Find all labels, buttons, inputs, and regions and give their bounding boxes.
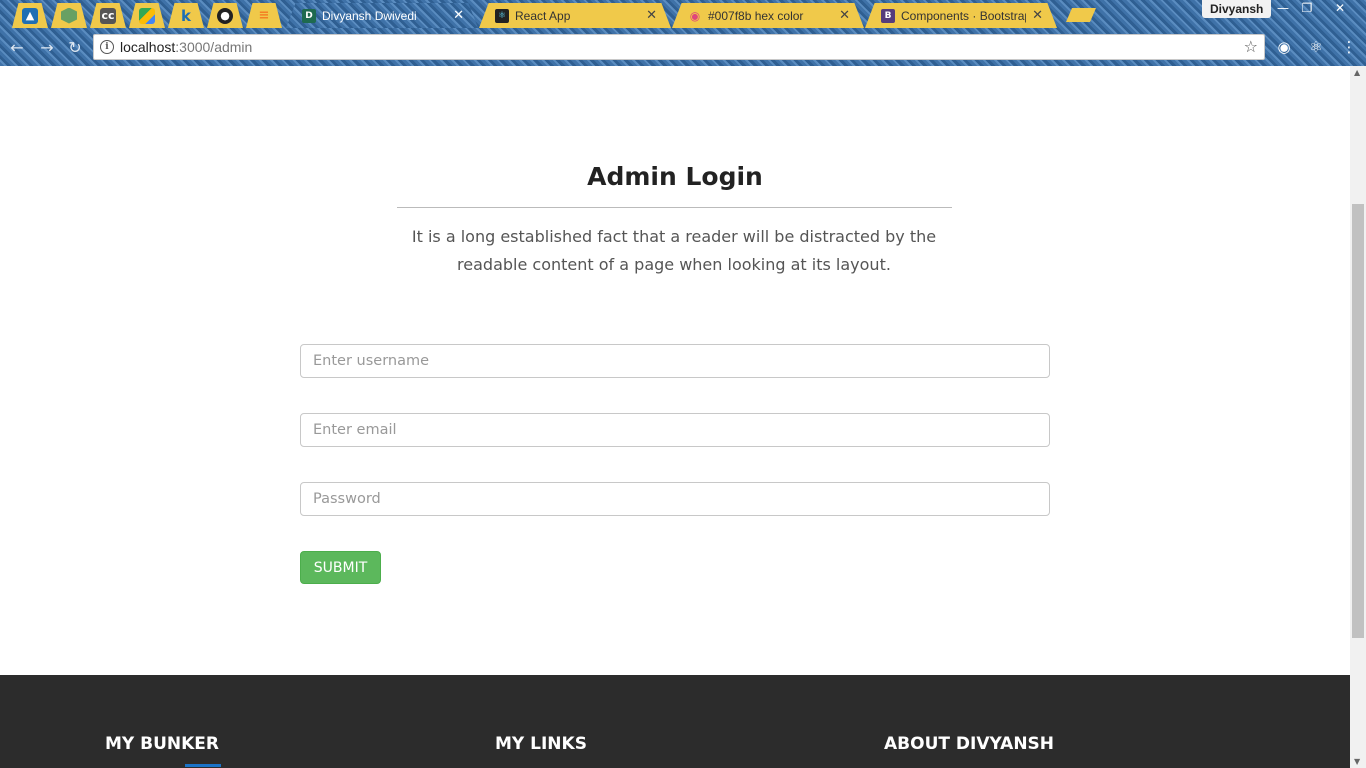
pinned-tab-nodejs[interactable] <box>51 3 87 28</box>
password-input[interactable] <box>300 482 1050 516</box>
pinned-tab-github[interactable]: ● <box>207 3 243 28</box>
cc-icon: cc <box>100 7 116 24</box>
url-text: localhost:3000/admin <box>120 39 252 55</box>
profile-button[interactable]: Divyansh <box>1202 0 1272 18</box>
tab-hex-color[interactable]: ◉ #007f8b hex color ✕ <box>672 3 864 28</box>
tab-title: Components · Bootstrap <box>901 8 1027 23</box>
react-icon: ⚛ <box>495 8 509 23</box>
stackoverflow-icon: ≡ <box>258 8 270 23</box>
scroll-up-arrow-icon[interactable]: ▲ <box>1354 68 1360 77</box>
tab-divyansh[interactable]: D Divyansh Dwivedi ✕ <box>286 3 478 28</box>
page-content: Admin Login It is a long established fac… <box>0 66 1350 768</box>
tab-strip: ▲ cc k ● ≡ D Divyansh Dwivedi ✕ ⚛ React … <box>0 0 1366 30</box>
pinned-tab-cc[interactable]: cc <box>90 3 126 28</box>
tab-title: React App <box>515 8 571 23</box>
pinned-tab-stackoverflow[interactable]: ≡ <box>246 3 282 28</box>
tab-title: #007f8b hex color <box>708 8 804 23</box>
url-host: localhost <box>120 39 176 55</box>
close-icon[interactable]: ✕ <box>839 8 850 23</box>
info-icon[interactable]: i <box>100 40 114 54</box>
tab-title: Divyansh Dwivedi <box>322 8 417 23</box>
d-logo-icon: D <box>302 8 316 23</box>
back-arrow-icon[interactable]: ← <box>6 37 28 59</box>
close-icon[interactable]: ✕ <box>453 8 464 23</box>
pinned-tab-bird[interactable]: ▲ <box>12 3 48 28</box>
address-bar[interactable]: i localhost:3000/admin ☆ <box>93 34 1265 60</box>
restore-icon[interactable]: ❐ <box>1294 0 1320 18</box>
github-icon: ● <box>217 7 233 24</box>
maps-icon <box>139 7 155 24</box>
scrollbar-thumb[interactable] <box>1352 204 1364 638</box>
new-tab-button[interactable] <box>1066 8 1096 22</box>
footer-accent-line <box>185 764 221 767</box>
window-close-icon[interactable]: ✕ <box>1326 0 1354 18</box>
url-path: :3000/admin <box>175 39 253 55</box>
tab-react-app[interactable]: ⚛ React App ✕ <box>479 3 671 28</box>
forward-arrow-icon[interactable]: → <box>36 37 58 59</box>
footer-heading-bunker: MY BUNKER <box>105 734 220 754</box>
footer: MY BUNKER MY LINKS ABOUT DIVYANSH <box>0 675 1350 768</box>
scrollbar[interactable]: ▲ ▼ <box>1350 66 1366 768</box>
tab-bootstrap[interactable]: B Components · Bootstrap ✕ <box>865 3 1057 28</box>
bootstrap-icon: B <box>881 8 895 23</box>
react-devtools-icon[interactable]: ⚛ <box>1307 38 1325 56</box>
pinned-tab-k[interactable]: k <box>168 3 204 28</box>
color-wheel-icon: ◉ <box>689 8 701 23</box>
submit-button[interactable]: SUBMIT <box>300 551 381 584</box>
close-icon[interactable]: ✕ <box>1032 8 1043 23</box>
page-title: Admin Login <box>587 162 763 191</box>
menu-icon[interactable]: ⋮ <box>1340 38 1358 56</box>
extension-circle-icon[interactable]: ◉ <box>1275 38 1293 56</box>
k-icon: k <box>181 6 191 25</box>
browser-chrome: ▲ cc k ● ≡ D Divyansh Dwivedi ✕ ⚛ React … <box>0 0 1366 66</box>
reload-icon[interactable]: ↻ <box>64 37 86 59</box>
pinned-tab-maps[interactable] <box>129 3 165 28</box>
username-input[interactable] <box>300 344 1050 378</box>
footer-heading-about: ABOUT DIVYANSH <box>884 734 1055 754</box>
bookmark-star-icon[interactable]: ☆ <box>1244 37 1258 56</box>
page-description: It is a long established fact that a rea… <box>411 227 937 274</box>
nodejs-icon <box>61 7 77 24</box>
close-icon[interactable]: ✕ <box>646 8 657 23</box>
title-divider <box>397 207 952 208</box>
bird-icon: ▲ <box>22 7 38 24</box>
footer-heading-links: MY LINKS <box>495 734 587 754</box>
scroll-down-arrow-icon[interactable]: ▼ <box>1354 757 1360 766</box>
minimize-icon[interactable]: — <box>1270 0 1296 18</box>
email-input[interactable] <box>300 413 1050 447</box>
